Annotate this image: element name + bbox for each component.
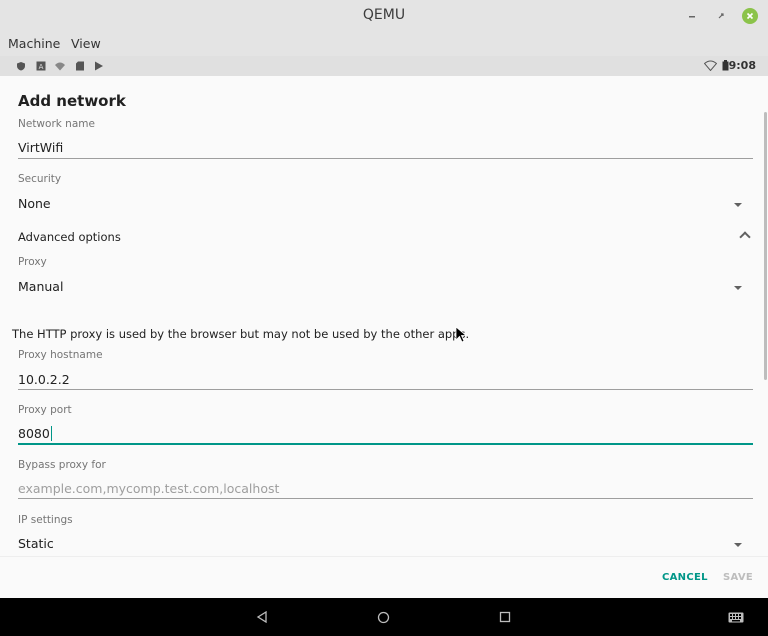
network-name-label: Network name [18,118,95,130]
proxy-port-underline [18,443,753,445]
home-icon [377,611,389,623]
network-name-underline [18,158,753,159]
keyboard-icon [728,612,744,622]
restore-button[interactable] [713,8,729,24]
proxy-port-input[interactable]: 8080 [18,426,753,441]
cancel-button[interactable]: CANCEL [662,572,708,583]
recents-icon [499,611,511,623]
minimize-icon [689,16,695,18]
text-cursor [50,426,52,441]
bypass-proxy-input[interactable]: example.com,mycomp.test.com,localhost [18,481,753,496]
restore-icon [718,13,724,19]
ip-settings-label: IP settings [18,514,73,526]
advanced-options-toggle[interactable]: Advanced options [18,230,753,244]
status-bar: A 9:08 [0,56,768,76]
wifi-signal-icon [704,60,717,71]
bypass-proxy-underline [18,498,753,499]
window-titlebar: QEMU [0,0,768,32]
proxy-hostname-underline [18,389,753,390]
proxy-label: Proxy [18,256,47,268]
menu-machine[interactable]: Machine [8,36,60,51]
navigation-bar [0,598,768,636]
bypass-proxy-label: Bypass proxy for [18,459,106,471]
save-button[interactable]: SAVE [723,572,753,583]
svg-text:A: A [38,63,43,71]
window-menubar: Machine View [0,32,768,56]
dialog-title: Add network [18,92,126,110]
play-store-icon [93,60,104,71]
recents-button[interactable] [497,609,513,625]
network-name-input[interactable]: VirtWifi [18,140,753,155]
window-title: QEMU [362,7,406,23]
proxy-chevron-down-icon [734,286,742,290]
proxy-hostname-label: Proxy hostname [18,349,103,361]
proxy-note: The HTTP proxy is used by the browser bu… [12,327,470,341]
back-icon [256,611,267,623]
keyboard-button[interactable] [727,609,745,625]
ip-settings-dropdown[interactable]: Static [18,536,753,551]
dialog-scrollbar[interactable] [764,112,767,380]
font-icon: A [35,60,46,71]
ip-settings-chevron-down-icon [734,543,742,547]
proxy-port-value: 8080 [18,426,50,441]
security-label: Security [18,173,62,185]
add-network-dialog: Add network Network name VirtWifi Securi… [0,76,768,556]
dialog-actions: CANCEL SAVE [0,556,768,598]
sdcard-icon [74,60,85,71]
android-screen: A 9:08 Add network Network name VirtWifi… [0,56,768,636]
security-chevron-down-icon [734,203,742,207]
wifi-off-icon [54,60,65,71]
proxy-hostname-input[interactable]: 10.0.2.2 [18,372,753,387]
proxy-port-label: Proxy port [18,404,72,416]
menu-view[interactable]: View [71,36,101,51]
minimize-button[interactable] [684,8,700,24]
back-button[interactable] [254,609,270,625]
home-button[interactable] [375,609,391,625]
mouse-pointer-icon [455,326,467,343]
clock: 9:08 [728,59,756,72]
proxy-dropdown[interactable]: Manual [18,279,753,294]
security-dropdown[interactable]: None [18,196,753,211]
close-icon [746,12,754,20]
shield-icon [15,60,26,71]
close-button[interactable] [742,8,758,24]
